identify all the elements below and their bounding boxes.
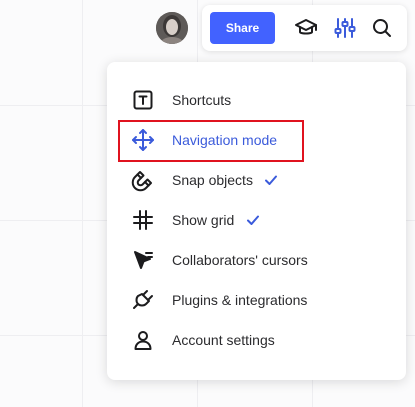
settings-menu: Shortcuts Navigation mode Snap objects S…: [107, 62, 406, 380]
menu-item-label: Show grid: [172, 212, 235, 228]
plug-icon: [131, 288, 155, 312]
menu-item-label: Account settings: [172, 332, 275, 348]
move-arrows-icon: [131, 128, 155, 152]
menu-item-show-grid[interactable]: Show grid: [107, 200, 406, 240]
menu-item-snap-objects[interactable]: Snap objects: [107, 160, 406, 200]
graduation-cap-icon[interactable]: [294, 16, 318, 40]
menu-item-label: Shortcuts: [172, 92, 232, 108]
sliders-icon[interactable]: [333, 16, 357, 40]
menu-item-shortcuts[interactable]: Shortcuts: [107, 80, 406, 120]
checkmark-icon: [245, 212, 261, 228]
search-icon[interactable]: [370, 16, 394, 40]
menu-item-plugins-integrations[interactable]: Plugins & integrations: [107, 280, 406, 320]
avatar[interactable]: [156, 12, 188, 44]
checkmark-icon: [263, 172, 279, 188]
share-button[interactable]: Share: [210, 12, 275, 44]
menu-item-collaborators-cursors[interactable]: Collaborators' cursors: [107, 240, 406, 280]
menu-item-label: Collaborators' cursors: [172, 252, 308, 268]
grid-icon: [131, 208, 155, 232]
menu-item-label: Snap objects: [172, 172, 253, 188]
menu-item-label: Plugins & integrations: [172, 292, 308, 308]
magnet-icon: [131, 168, 155, 192]
cursor-icon: [131, 248, 155, 272]
menu-item-account-settings[interactable]: Account settings: [107, 320, 406, 360]
menu-item-navigation-mode[interactable]: Navigation mode: [107, 120, 406, 160]
avatar-photo: [156, 12, 188, 44]
top-toolbar: Share: [202, 5, 407, 51]
menu-item-label: Navigation mode: [172, 132, 278, 148]
user-icon: [131, 328, 155, 352]
keyboard-t-icon: [131, 88, 155, 112]
